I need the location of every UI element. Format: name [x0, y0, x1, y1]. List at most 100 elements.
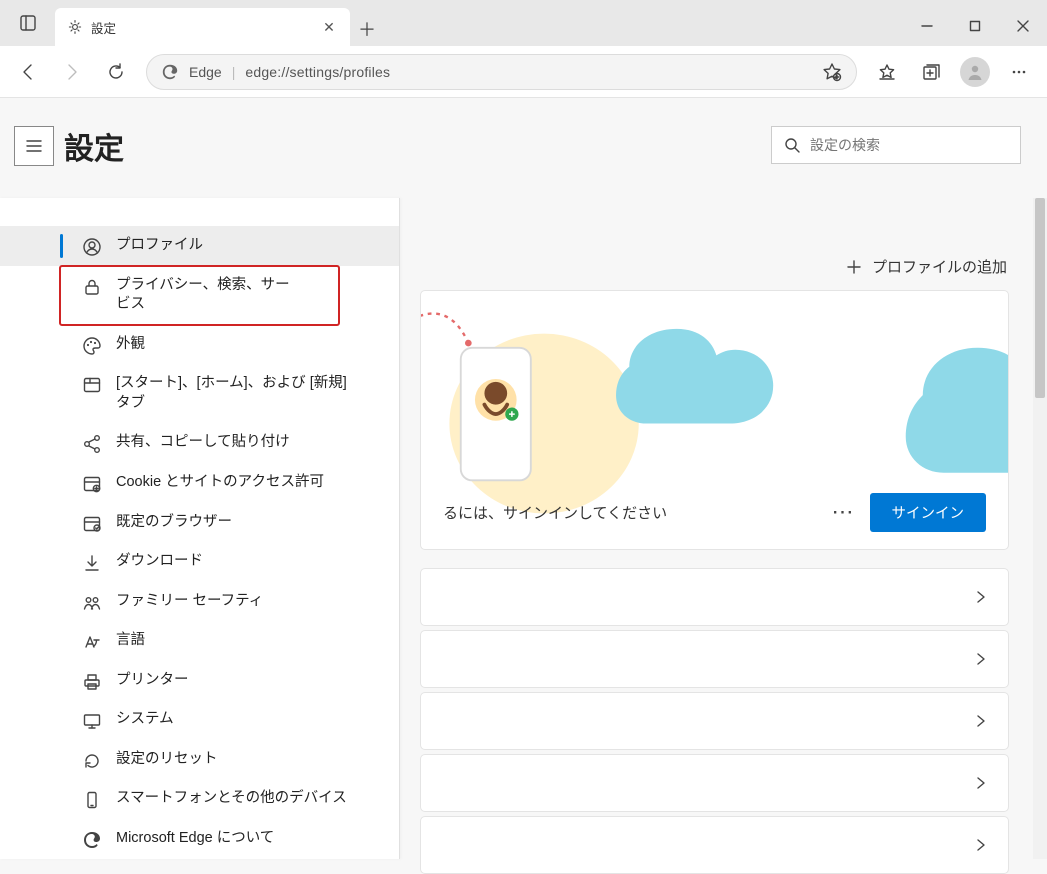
settings-sidebar: プロファイル プライバシー、検索、サービス 外観 [スタート]、[ホーム]、およ… — [0, 198, 400, 859]
back-button[interactable] — [8, 52, 48, 92]
settings-search-input[interactable] — [810, 137, 1008, 153]
cookie-icon — [82, 474, 102, 494]
page-header: 設定 — [14, 124, 124, 168]
settings-row[interactable] — [420, 568, 1009, 626]
sidebar-item-label: プリンター — [116, 671, 219, 691]
search-icon — [784, 137, 800, 153]
forward-button — [52, 52, 92, 92]
sidebar-item-start-home[interactable]: [スタート]、[ホーム]、および [新規] タブ — [0, 364, 399, 423]
sidebar-item-label: ファミリー セーフティ — [116, 592, 293, 612]
collections-button[interactable] — [911, 52, 951, 92]
chevron-right-icon — [974, 590, 988, 604]
sidebar-item-label: プライバシー、検索、サービス — [116, 276, 321, 315]
sidebar-item-label: ダウンロード — [116, 552, 233, 572]
download-icon — [82, 553, 102, 573]
phone-icon — [82, 790, 102, 810]
close-window-button[interactable] — [999, 6, 1047, 46]
window-controls — [903, 6, 1047, 46]
sidebar-item-label: 共有、コピーして貼り付け — [116, 433, 320, 453]
person-circle-icon — [82, 237, 102, 257]
sidebar-item-system[interactable]: システム — [0, 700, 399, 740]
signin-prompt-text: るには、サインインしてください — [443, 502, 667, 523]
sidebar-item-downloads[interactable]: ダウンロード — [0, 542, 399, 582]
family-icon — [82, 593, 102, 613]
chevron-right-icon — [974, 714, 988, 728]
chevron-right-icon — [974, 776, 988, 790]
scrollbar-thumb[interactable] — [1035, 198, 1045, 398]
system-icon — [82, 711, 102, 731]
add-profile-label: プロファイルの追加 — [872, 256, 1007, 277]
sidebar-item-label: Microsoft Edge について — [116, 829, 304, 849]
settings-row[interactable] — [420, 692, 1009, 750]
sidebar-item-printers[interactable]: プリンター — [0, 661, 399, 701]
person-icon — [966, 63, 984, 81]
vertical-tabs-button[interactable] — [10, 6, 46, 40]
new-tab-button[interactable]: ＋ — [350, 12, 384, 46]
sidebar-item-family[interactable]: ファミリー セーフティ — [0, 582, 399, 622]
sidebar-item-label: [スタート]、[ホーム]、および [新規] タブ — [116, 374, 381, 413]
hero-more-button[interactable]: ⋯ — [832, 499, 856, 525]
panel-icon — [19, 14, 37, 32]
minimize-button[interactable] — [903, 6, 951, 46]
share-icon — [82, 434, 102, 454]
sidebar-item-about[interactable]: Microsoft Edge について — [0, 819, 399, 859]
chevron-right-icon — [974, 652, 988, 666]
sidebar-item-label: 言語 — [116, 631, 175, 651]
window-tabs-icon — [82, 375, 102, 395]
maximize-button[interactable] — [951, 6, 999, 46]
settings-search[interactable] — [771, 126, 1021, 164]
plus-icon — [846, 259, 862, 275]
address-url: edge://settings/profiles — [245, 64, 390, 80]
signin-button[interactable]: サインイン — [870, 493, 987, 532]
settings-menu-button[interactable] — [14, 126, 54, 166]
browser-tab[interactable]: 設定 ✕ — [55, 8, 350, 46]
settings-page: プロファイルの追加 るには、サインインしてください ⋯ サインイン — [0, 98, 1047, 859]
favorite-star-icon[interactable] — [822, 62, 842, 82]
favorites-button[interactable] — [867, 52, 907, 92]
language-icon — [82, 632, 102, 652]
sidebar-item-label: 設定のリセット — [116, 750, 248, 770]
sidebar-item-label: Cookie とサイトのアクセス許可 — [116, 473, 354, 493]
hamburger-icon — [24, 136, 44, 156]
profile-avatar[interactable] — [955, 52, 995, 92]
page-title: 設定 — [64, 124, 124, 168]
edge-logo-icon — [161, 63, 179, 81]
title-bar: 設定 ✕ ＋ — [0, 0, 1047, 46]
sidebar-item-label: 既定のブラウザー — [116, 513, 262, 533]
more-button[interactable] — [999, 52, 1039, 92]
sidebar-item-phone[interactable]: スマートフォンとその他のデバイス — [0, 779, 399, 819]
hero-footer: るには、サインインしてください ⋯ サインイン — [421, 475, 1008, 549]
palette-icon — [82, 336, 102, 356]
settings-row[interactable] — [420, 630, 1009, 688]
reset-icon — [82, 751, 102, 771]
printer-icon — [82, 672, 102, 692]
sidebar-item-cookies[interactable]: Cookie とサイトのアクセス許可 — [0, 463, 399, 503]
tab-actions — [0, 0, 55, 46]
tab-title: 設定 — [91, 18, 312, 37]
sidebar-item-label: 外観 — [116, 335, 175, 355]
refresh-button[interactable] — [96, 52, 136, 92]
vertical-scrollbar[interactable] — [1033, 198, 1047, 859]
sidebar-item-label: プロファイル — [116, 236, 233, 256]
gear-icon — [67, 19, 83, 35]
sidebar-item-appearance[interactable]: 外観 — [0, 325, 399, 365]
sidebar-item-default-browser[interactable]: 既定のブラウザー — [0, 503, 399, 543]
address-brand: Edge — [189, 64, 222, 80]
sidebar-item-languages[interactable]: 言語 — [0, 621, 399, 661]
address-bar[interactable]: Edge | edge://settings/profiles — [146, 54, 857, 90]
add-profile-button[interactable]: プロファイルの追加 — [846, 256, 1007, 277]
settings-row[interactable] — [420, 816, 1009, 874]
chevron-right-icon — [974, 838, 988, 852]
sidebar-item-privacy[interactable]: プライバシー、検索、サービス — [60, 266, 339, 325]
browser-toolbar: Edge | edge://settings/profiles — [0, 46, 1047, 98]
sidebar-item-reset[interactable]: 設定のリセット — [0, 740, 399, 780]
sidebar-item-share-copy[interactable]: 共有、コピーして貼り付け — [0, 423, 399, 463]
edge-icon — [82, 830, 102, 850]
profile-hero-card: るには、サインインしてください ⋯ サインイン — [420, 290, 1009, 550]
sidebar-item-label: スマートフォンとその他のデバイス — [116, 789, 377, 809]
tab-close-button[interactable]: ✕ — [320, 18, 338, 36]
browser-default-icon — [82, 514, 102, 534]
sidebar-item-label: システム — [116, 710, 204, 730]
sidebar-item-profiles[interactable]: プロファイル — [0, 226, 399, 266]
settings-row[interactable] — [420, 754, 1009, 812]
